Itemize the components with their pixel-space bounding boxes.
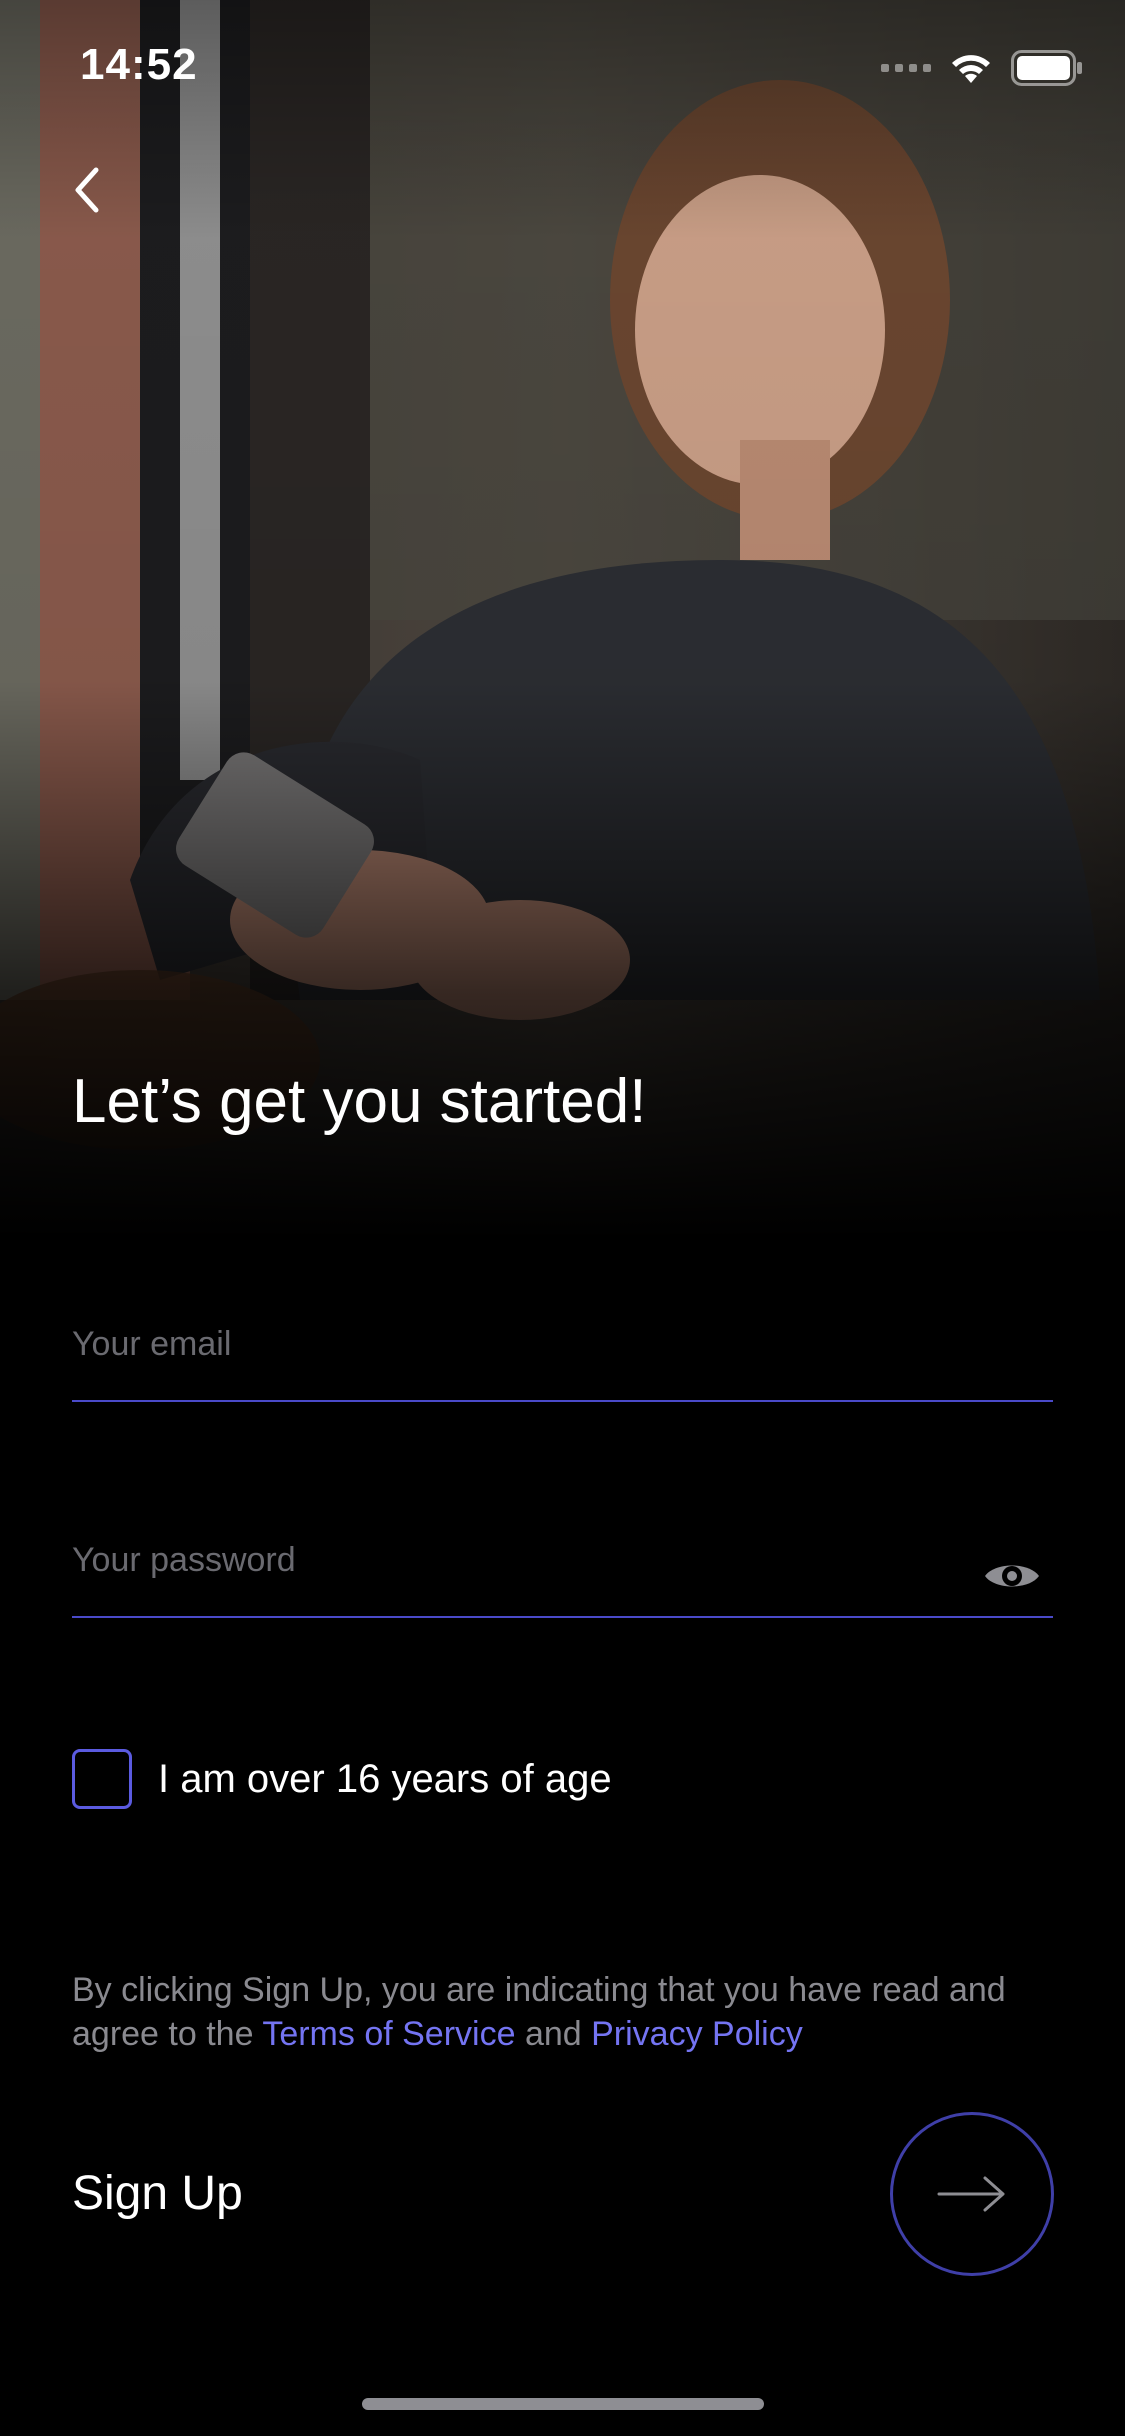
signup-label: Sign Up (72, 2167, 243, 2220)
age-confirmation-row[interactable]: I am over 16 years of age (72, 1746, 612, 1812)
page-title: Let’s get you started! (72, 1067, 647, 1136)
password-field[interactable] (72, 1530, 952, 1590)
back-button[interactable] (60, 160, 120, 220)
terms-of-service-link[interactable]: Terms of Service (262, 2015, 515, 2053)
hero-photo (0, 0, 1125, 1240)
arrow-right-icon (937, 2176, 1005, 2212)
email-field-container (72, 1300, 1053, 1402)
wifi-icon (952, 55, 990, 83)
home-indicator[interactable] (362, 2398, 764, 2410)
signup-submit-button[interactable] (890, 2112, 1054, 2276)
age-checkbox[interactable] (72, 1749, 132, 1809)
legal-text-conjunction: and (515, 2015, 592, 2053)
battery-icon (1011, 50, 1082, 86)
privacy-policy-link[interactable]: Privacy Policy (591, 2015, 803, 2053)
hero-photo-illustration (0, 0, 1125, 1240)
legal-notice: By clicking Sign Up, you are indicating … (72, 1968, 1072, 2056)
status-bar: 14:52 (0, 0, 1125, 132)
chevron-left-icon (75, 167, 99, 213)
age-checkbox-label: I am over 16 years of age (158, 1756, 612, 1801)
status-time: 14:52 (80, 40, 198, 89)
eye-icon[interactable] (983, 1558, 1041, 1594)
status-icons (881, 50, 1083, 86)
password-field-container (72, 1516, 1053, 1618)
cellular-signal-icon (881, 64, 931, 72)
email-field[interactable] (72, 1314, 952, 1374)
